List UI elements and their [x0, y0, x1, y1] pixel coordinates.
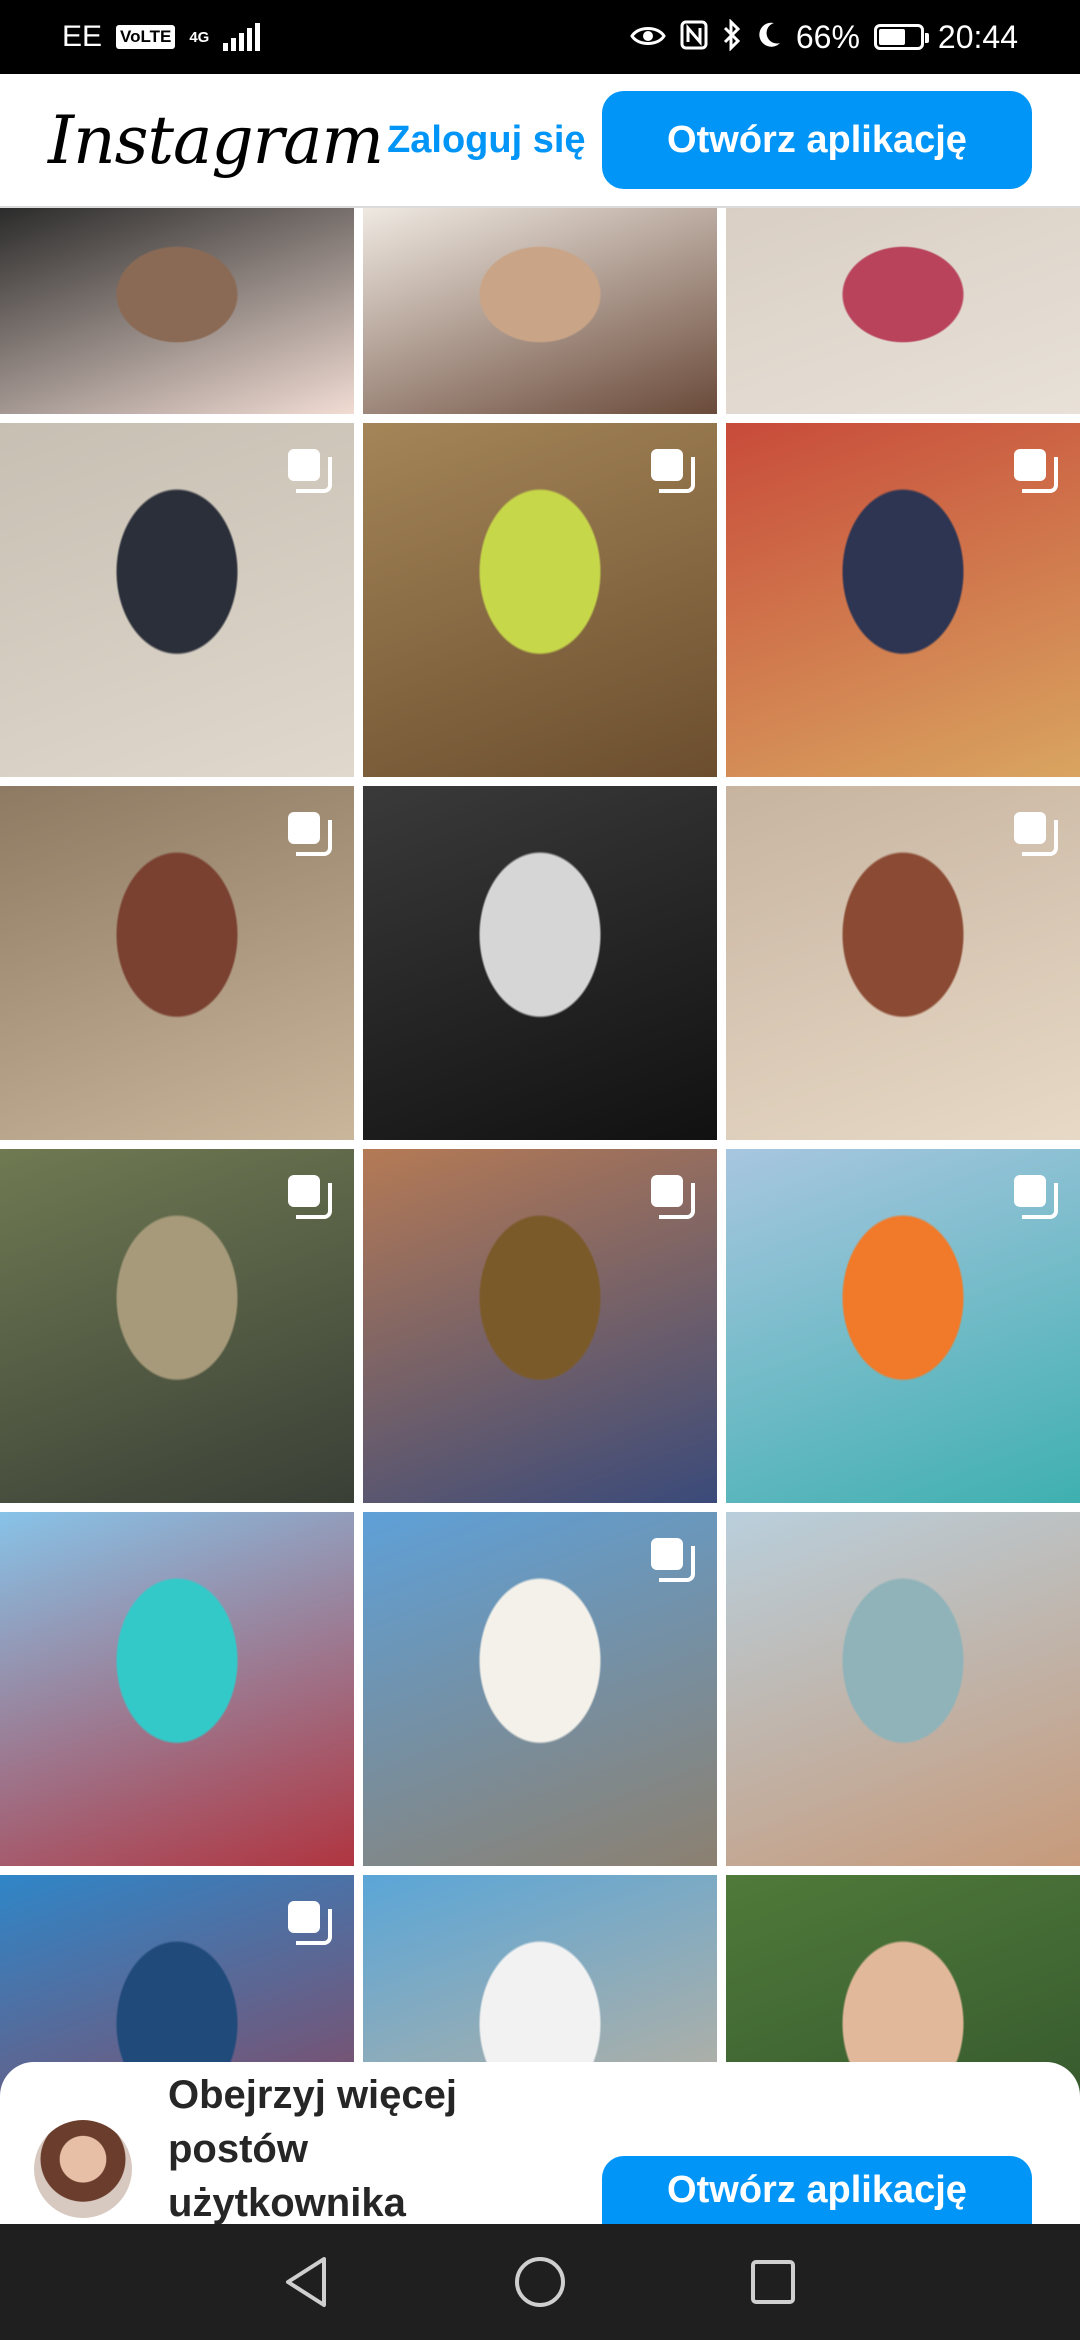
post-thumbnail[interactable] — [0, 208, 354, 414]
post-thumbnail[interactable] — [363, 423, 717, 777]
login-link[interactable]: Zaloguj się — [387, 119, 585, 162]
instagram-header: Instagram Zaloguj się Otwórz aplikację — [0, 74, 1080, 208]
system-nav-bar — [0, 2224, 1080, 2340]
open-app-button[interactable]: Otwórz aplikację — [602, 91, 1032, 189]
post-thumbnail[interactable] — [0, 1512, 354, 1866]
carrier-label: EE — [62, 20, 103, 53]
home-icon[interactable] — [510, 2252, 570, 2312]
status-right: 66% 20:44 — [630, 17, 1018, 56]
post-grid — [0, 208, 1080, 2229]
carousel-icon — [651, 1538, 695, 1582]
clock: 20:44 — [937, 18, 1018, 55]
post-thumbnail[interactable] — [726, 786, 1080, 1140]
status-left: EE VoLTE 4G — [62, 20, 261, 54]
recents-icon[interactable] — [743, 2252, 803, 2312]
post-thumbnail[interactable] — [0, 786, 354, 1140]
battery-icon — [873, 24, 929, 50]
sheet-open-app-button[interactable]: Otwórz aplikację — [602, 2156, 1032, 2224]
see-more-sheet: Obejrzyj więcej postów użytkownika Otwór… — [0, 2062, 1080, 2224]
post-thumbnail[interactable] — [363, 786, 717, 1140]
moon-icon — [756, 21, 782, 54]
instagram-logo[interactable]: Instagram — [48, 102, 384, 179]
battery-fill — [878, 29, 906, 45]
carousel-icon — [288, 1901, 332, 1945]
carousel-icon — [651, 1175, 695, 1219]
post-thumbnail[interactable] — [726, 208, 1080, 414]
back-icon[interactable] — [277, 2252, 337, 2312]
post-thumbnail[interactable] — [0, 423, 354, 777]
post-thumbnail[interactable] — [726, 1149, 1080, 1503]
see-more-text: Obejrzyj więcej postów użytkownika — [168, 2073, 458, 2224]
status-bar: EE VoLTE 4G 66% 20:44 — [0, 0, 1080, 74]
carousel-icon — [288, 449, 332, 493]
post-thumbnail[interactable] — [363, 1149, 717, 1503]
carousel-icon — [288, 812, 332, 856]
post-thumbnail[interactable] — [363, 208, 717, 414]
eye-icon — [630, 21, 666, 53]
signal-icon — [223, 23, 261, 51]
carousel-icon — [1014, 449, 1058, 493]
carousel-icon — [1014, 1175, 1058, 1219]
post-thumbnail[interactable] — [726, 423, 1080, 777]
volte-badge: VoLTE — [116, 25, 176, 49]
post-thumbnail[interactable] — [0, 1149, 354, 1503]
post-thumbnail[interactable] — [726, 1512, 1080, 1866]
avatar[interactable] — [34, 2120, 132, 2218]
network-type: 4G — [189, 28, 210, 46]
carousel-icon — [1014, 812, 1058, 856]
nfc-icon — [680, 20, 708, 55]
battery-percent: 66% — [795, 18, 860, 55]
carousel-icon — [288, 1175, 332, 1219]
post-thumbnail[interactable] — [363, 1512, 717, 1866]
carousel-icon — [651, 449, 695, 493]
bluetooth-icon — [722, 17, 742, 56]
